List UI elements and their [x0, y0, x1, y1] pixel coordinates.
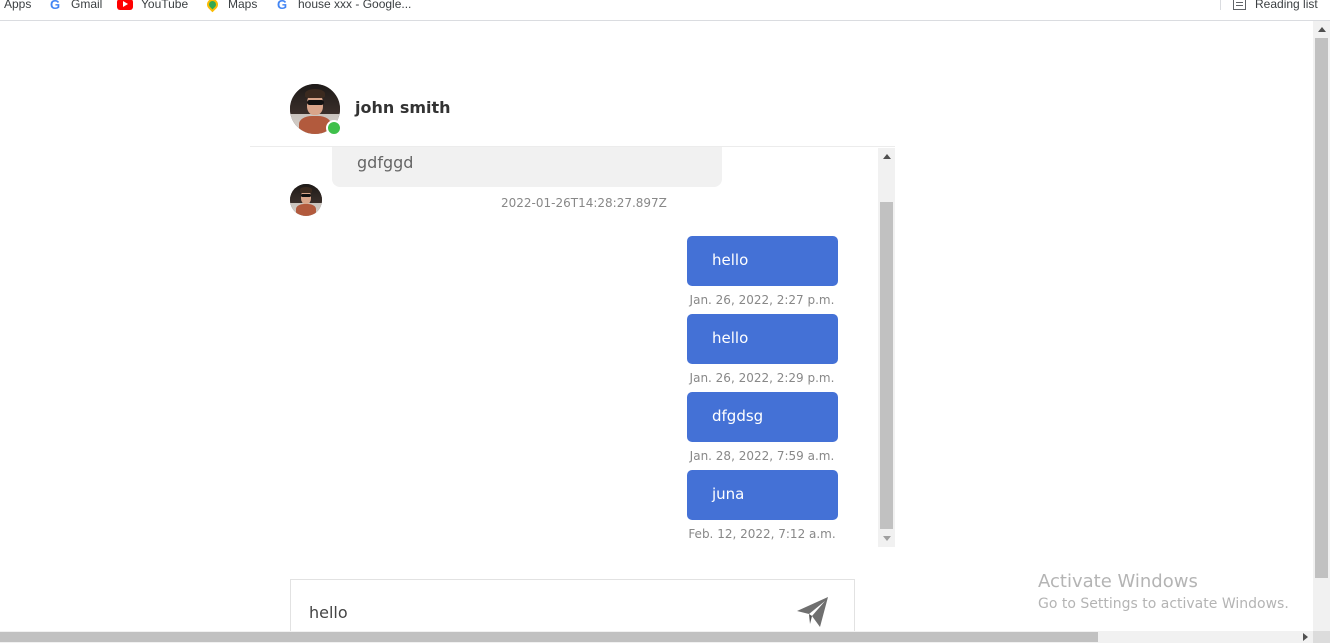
- bookmarks-bar: Apps G Gmail YouTube Maps G house xxx - …: [0, 0, 1330, 21]
- scrollbar-thumb[interactable]: [880, 202, 893, 529]
- message-text: hello: [712, 251, 749, 269]
- message-text: gdfggd: [357, 153, 414, 172]
- bookmarks-divider: [1220, 0, 1221, 10]
- online-status-indicator: [326, 120, 342, 136]
- message-timestamp: Feb. 12, 2022, 7:12 a.m.: [688, 527, 836, 541]
- bookmark-maps[interactable]: Maps: [204, 0, 257, 12]
- message-timestamp: Jan. 26, 2022, 2:29 p.m.: [689, 371, 835, 385]
- youtube-icon: [117, 0, 133, 11]
- message-bubble-outgoing: dfgdsg: [687, 392, 838, 442]
- google-icon: G: [276, 0, 288, 12]
- reading-list-icon: [1231, 0, 1247, 11]
- message-bubble-incoming: gdfggd: [332, 147, 722, 187]
- message-text: hello: [712, 329, 749, 347]
- sender-avatar: [290, 184, 322, 216]
- activate-windows-subtitle: Go to Settings to activate Windows.: [1038, 596, 1289, 612]
- message-text: dfgdsg: [712, 407, 764, 425]
- message-bubble-outgoing: hello: [687, 314, 838, 364]
- scroll-up-arrow-icon[interactable]: [1313, 21, 1330, 38]
- scrollbar-thumb[interactable]: [1315, 38, 1328, 578]
- page-vertical-scrollbar[interactable]: [1313, 21, 1330, 631]
- send-button[interactable]: [795, 594, 831, 630]
- message-bubble-outgoing: hello: [687, 236, 838, 286]
- activate-windows-title: Activate Windows: [1038, 571, 1198, 592]
- maps-icon: [204, 0, 220, 12]
- scroll-up-arrow-icon[interactable]: [878, 148, 895, 165]
- scrollbar-corner: [1313, 631, 1330, 643]
- scroll-down-arrow-icon[interactable]: [878, 530, 895, 547]
- send-icon: [797, 597, 828, 627]
- message-input[interactable]: [307, 598, 781, 626]
- page-horizontal-scrollbar[interactable]: [0, 631, 1313, 643]
- message-timestamp: Jan. 26, 2022, 2:27 p.m.: [689, 293, 835, 307]
- message-list-scrollbar[interactable]: [878, 148, 895, 547]
- google-icon: G: [49, 0, 61, 12]
- bookmark-youtube[interactable]: YouTube: [117, 0, 188, 12]
- reading-list-button[interactable]: Reading list: [1231, 0, 1318, 12]
- scrollbar-thumb[interactable]: [0, 632, 1098, 642]
- bookmark-gmail[interactable]: G Gmail: [47, 0, 102, 12]
- message-text: juna: [712, 485, 745, 503]
- contact-name: john smith: [355, 98, 451, 117]
- message-timestamp: 2022-01-26T14:28:27.897Z: [501, 196, 667, 210]
- bookmark-house[interactable]: G house xxx - Google...: [274, 0, 411, 12]
- bookmark-apps[interactable]: Apps: [4, 0, 31, 12]
- message-list[interactable]: gdfggd 2022-01-26T14:28:27.897Z hello Ja…: [250, 146, 895, 547]
- message-bubble-outgoing: juna: [687, 470, 838, 520]
- message-timestamp: Jan. 28, 2022, 7:59 a.m.: [689, 449, 835, 463]
- scroll-right-arrow-icon[interactable]: [1298, 631, 1313, 643]
